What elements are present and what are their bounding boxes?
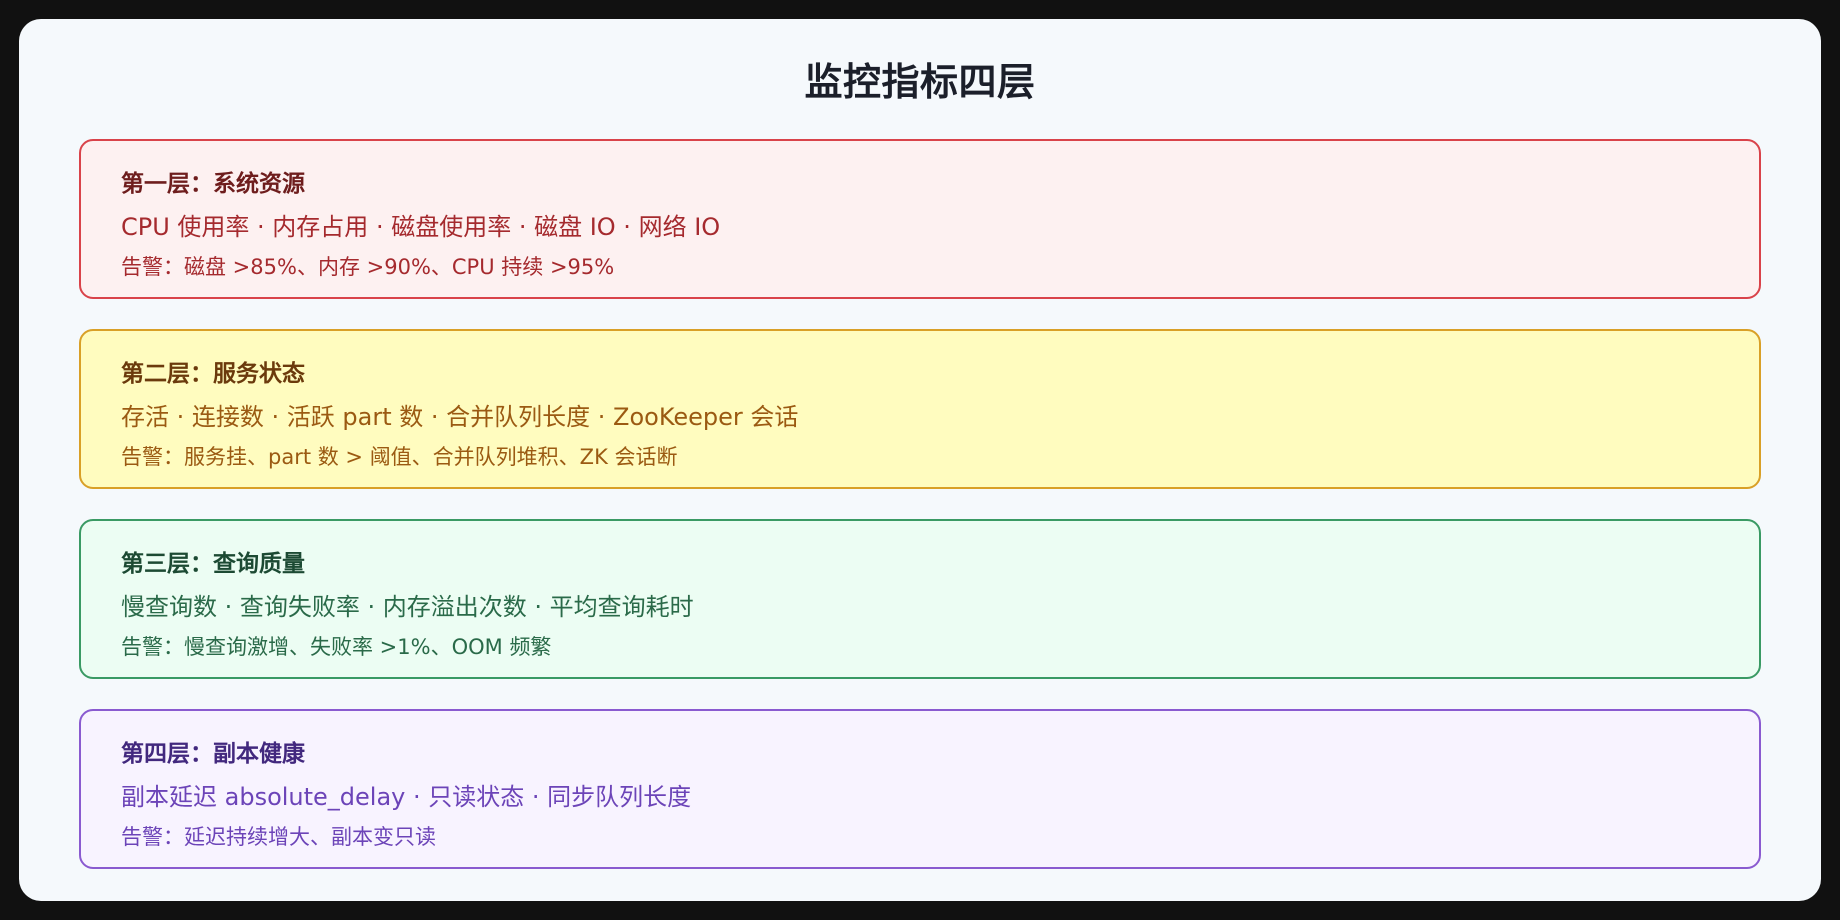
layer-4-replica-health: 第四层：副本健康 副本延迟 absolute_delay · 只读状态 · 同步… bbox=[79, 709, 1761, 869]
alert-text: 慢查询激增、失败率 >1%、OOM 频繁 bbox=[184, 635, 552, 659]
alert-text: 延迟持续增大、副本变只读 bbox=[184, 825, 436, 849]
layer-alert: 告警：慢查询激增、失败率 >1%、OOM 频繁 bbox=[121, 632, 551, 662]
diagram-panel: 监控指标四层 第一层：系统资源 CPU 使用率 · 内存占用 · 磁盘使用率 ·… bbox=[19, 19, 1821, 901]
alert-label: 告警： bbox=[121, 825, 184, 849]
layer-metrics: 副本延迟 absolute_delay · 只读状态 · 同步队列长度 bbox=[121, 783, 692, 811]
layer-heading: 第四层：副本健康 bbox=[121, 741, 305, 767]
layer-3-query-quality: 第三层：查询质量 慢查询数 · 查询失败率 · 内存溢出次数 · 平均查询耗时 … bbox=[79, 519, 1761, 679]
layer-alert: 告警：服务挂、part 数 > 阈值、合并队列堆积、ZK 会话断 bbox=[121, 442, 678, 472]
diagram-title: 监控指标四层 bbox=[804, 60, 1036, 104]
alert-text: 服务挂、part 数 > 阈值、合并队列堆积、ZK 会话断 bbox=[184, 445, 678, 469]
layer-metrics: CPU 使用率 · 内存占用 · 磁盘使用率 · 磁盘 IO · 网络 IO bbox=[121, 213, 721, 241]
alert-text: 磁盘 >85%、内存 >90%、CPU 持续 >95% bbox=[184, 255, 615, 279]
layer-heading: 第一层：系统资源 bbox=[121, 171, 305, 197]
layer-alert: 告警：磁盘 >85%、内存 >90%、CPU 持续 >95% bbox=[121, 252, 614, 282]
alert-label: 告警： bbox=[121, 255, 184, 279]
layer-alert: 告警：延迟持续增大、副本变只读 bbox=[121, 822, 436, 852]
layer-metrics: 存活 · 连接数 · 活跃 part 数 · 合并队列长度 · ZooKeepe… bbox=[121, 403, 799, 431]
alert-label: 告警： bbox=[121, 445, 184, 469]
layer-1-system-resources: 第一层：系统资源 CPU 使用率 · 内存占用 · 磁盘使用率 · 磁盘 IO … bbox=[79, 139, 1761, 299]
alert-label: 告警： bbox=[121, 635, 184, 659]
layer-metrics: 慢查询数 · 查询失败率 · 内存溢出次数 · 平均查询耗时 bbox=[121, 593, 694, 621]
layer-heading: 第三层：查询质量 bbox=[121, 551, 305, 577]
layer-heading: 第二层：服务状态 bbox=[121, 361, 305, 387]
layer-2-service-status: 第二层：服务状态 存活 · 连接数 · 活跃 part 数 · 合并队列长度 ·… bbox=[79, 329, 1761, 489]
